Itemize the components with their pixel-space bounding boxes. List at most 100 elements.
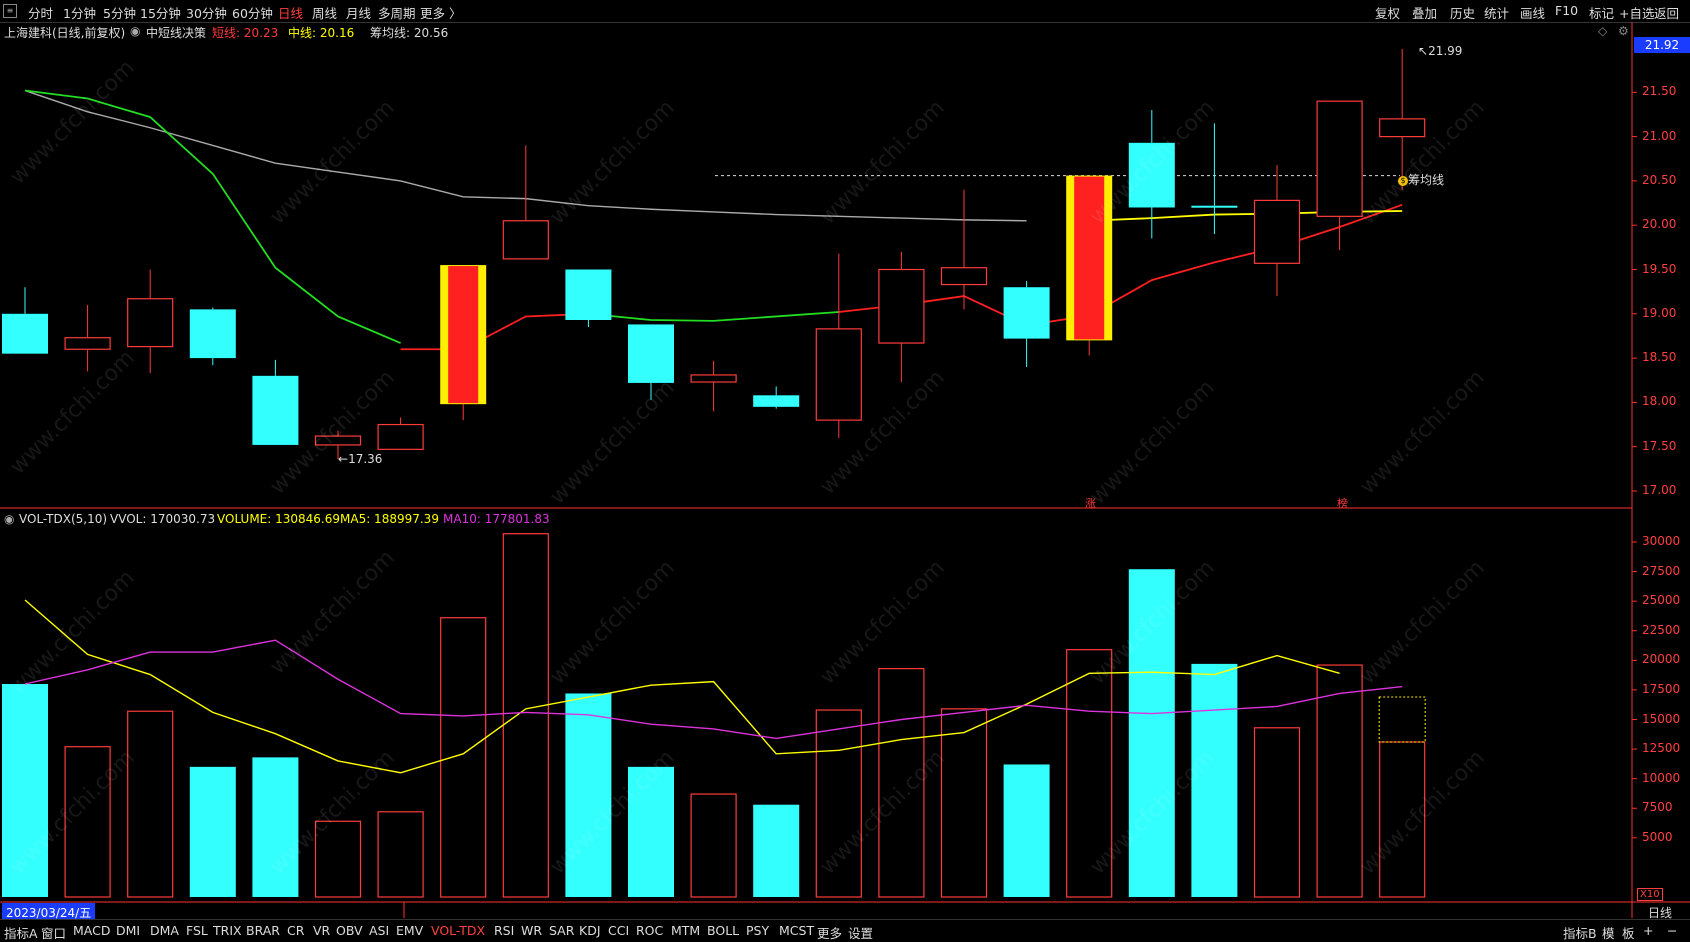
indicator-tab-14[interactable]: RSI [494,923,514,938]
indicator-tab-4[interactable]: DMA [150,923,179,938]
candle-body-up [1379,118,1426,138]
indicator-right-item-4[interactable]: − [1667,923,1677,938]
volume-tick-label: 7500 [1642,800,1673,815]
volume-tick-label: 25000 [1642,593,1681,608]
volume-bar-up [690,793,737,898]
volume-bar-down [628,766,674,897]
green-line-0 [24,89,401,344]
volume-bar-down [1191,663,1238,897]
candle-body-up [127,298,174,348]
volume-tick-label: 30000 [1642,534,1681,548]
volume-indicator-name[interactable]: VOL-TDX(5,10) [19,512,107,526]
indicator-tab-13[interactable]: VOL-TDX [431,923,485,938]
candle-body-down [753,395,800,407]
volume-bar-up [1316,664,1363,898]
indicator-tab-5[interactable]: FSL [186,923,208,938]
high-price-value: 21.99 [1428,44,1463,58]
indicator-right-item-1[interactable]: 模 [1602,923,1615,942]
rise-marker: 涨 [1085,497,1096,510]
indicator-tab-0[interactable]: 指标A [4,923,38,942]
indicator-tab-12[interactable]: EMV [396,923,423,938]
indicator-tab-3[interactable]: DMI [116,923,140,938]
indicator-tab-22[interactable]: PSY [746,923,769,938]
candle-body-up [878,268,925,344]
stock-title: 上海建科(日线,前复权) [4,26,126,40]
volume-bar-down [1128,569,1175,897]
indicator-tab-18[interactable]: CCI [608,923,629,938]
price-tick-label: 20.50 [1642,172,1677,187]
price-tick-label: 18.00 [1642,394,1677,409]
volume-bar-up [878,668,925,898]
indicator-tab-24[interactable]: 更多 [817,923,842,942]
candle-body-up [502,220,549,260]
indicator-tab-6[interactable]: TRIX [213,923,242,938]
candle-body-up [1253,199,1301,264]
indicator-tab-7[interactable]: BRAR [246,923,280,938]
price-tick-label: 17.00 [1642,483,1677,497]
volume-bar-up [502,533,549,898]
candle-body-down [1191,205,1238,208]
indicator-tab-20[interactable]: MTM [671,923,700,938]
indicator-tab-16[interactable]: SAR [549,923,574,938]
low-price-annotation: ←17.36 [338,452,383,466]
volume-bar-up [1066,649,1113,898]
indicator-tab-25[interactable]: 设置 [848,923,873,942]
indicator-tab-9[interactable]: VR [313,923,330,938]
candle-body-up [690,374,737,383]
settings-gear-icon[interactable]: ⚙ [1618,24,1629,38]
price-tick-label: 21.00 [1642,128,1677,143]
volume-tick-label: 15000 [1642,711,1681,726]
indicator-name[interactable]: 中短线决策 [146,24,206,41]
volume-bar-down [2,684,48,897]
volume-tick-label: 10000 [1642,770,1681,785]
candle-body-up [940,267,988,286]
short-line-label: 短线: 20.23 [212,26,279,40]
volume-value: VOLUME: 130846.69 [217,512,340,526]
price-tick-label: 19.50 [1642,261,1677,276]
indicator-tab-11[interactable]: ASI [369,923,389,938]
mid-line-label: 中线: 20.16 [288,26,355,40]
indicator-tab-15[interactable]: WR [521,923,542,938]
kline-chart [0,22,1690,918]
volume-bar-up [64,746,111,898]
settings-diamond-icon[interactable]: ◇ [1598,24,1607,38]
green-line-1 [588,311,839,322]
indicator-tab-1[interactable]: 窗口 [41,923,66,942]
indicator-tab-17[interactable]: KDJ [579,923,601,938]
candle-body-down [628,324,674,383]
volume-bar-down [1003,764,1050,897]
indicator-tab-23[interactable]: MCST [779,923,814,938]
vvol-value: VVOL: 170030.73 [110,512,216,526]
volume-bar-up [377,811,424,898]
indicator-tab-19[interactable]: ROC [636,923,663,938]
candle-body-down [1128,142,1175,208]
candle-body-down [252,375,299,445]
volume-tick-label: 17500 [1642,681,1681,696]
candle-body-down [1003,287,1050,339]
indicator-toggle-icon[interactable]: ◉ [130,24,140,38]
candle-body-down [2,313,48,354]
chip-line-tag-text: 筹均线 [1408,173,1445,187]
volume-tick-label: 27500 [1642,563,1681,578]
candle-body-down [189,309,236,359]
indicator-tab-8[interactable]: CR [287,923,304,938]
volume-bar-up [940,708,988,898]
volume-toggle-icon[interactable]: ◉ [4,512,14,526]
indicator-right-item-0[interactable]: 指标B [1563,923,1597,942]
indicator-tab-2[interactable]: MACD [73,923,110,938]
indicator-tab-21[interactable]: BOLL [707,923,739,938]
candle-body-up [377,423,424,450]
low-price-value: 17.36 [348,452,383,466]
indicator-right-item-3[interactable]: + [1643,923,1653,938]
ma10-value: MA10: 177801.83 [443,512,550,526]
volume-bar-up [314,820,362,898]
rank-marker: 榜 [1337,497,1348,510]
chip-line-label: 筹均线: 20.56 [370,26,449,40]
volume-bar-down [565,693,612,897]
indicator-right-item-2[interactable]: 板 [1622,923,1635,942]
volume-bar-up [1253,727,1301,898]
volume-bar-up [127,710,174,898]
volume-estimate-bar [1378,696,1426,743]
volume-bar-up [440,617,487,898]
indicator-tab-10[interactable]: OBV [336,923,363,938]
